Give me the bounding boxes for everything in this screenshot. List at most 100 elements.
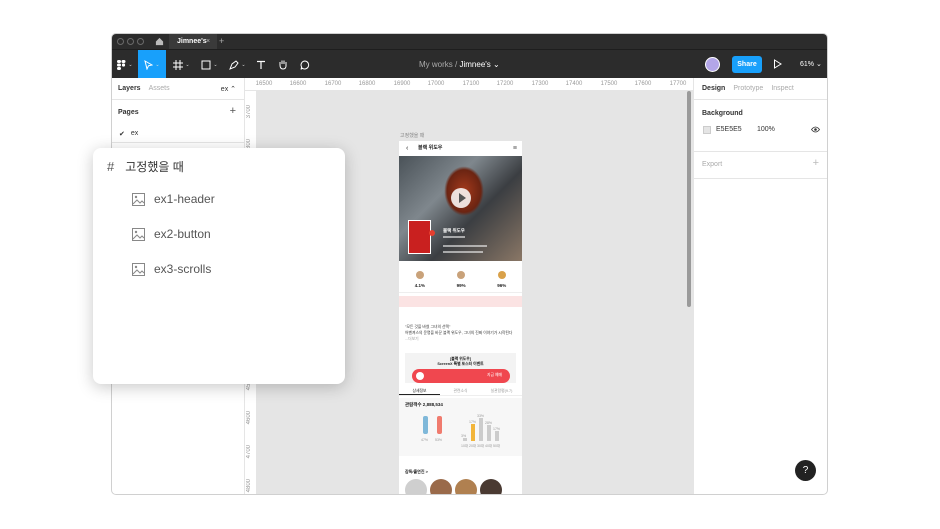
layer-item-label: ex1-header	[154, 192, 215, 206]
chevron-down-icon: ⌄	[155, 61, 160, 68]
ruler-tick: 17700	[669, 81, 687, 87]
tab-design[interactable]: Design	[702, 85, 725, 92]
layer-item-label: ex3-scrolls	[154, 262, 212, 276]
description-body: 어벤져스의 운명을 바꾼 블랙 위도우, 그녀의 진짜 이야기가 시작된다	[405, 331, 513, 335]
background-hex-input[interactable]: E5E5E5	[716, 126, 742, 133]
layers-popup: # 고정했을 때 ex1-header ex2-button ex3-scrol…	[93, 148, 345, 384]
avatar[interactable]	[705, 57, 720, 72]
audience-chart-title: 관람객수 2,888,534	[405, 402, 443, 407]
window-zoom-dot[interactable]	[137, 38, 144, 45]
help-button[interactable]: ?	[795, 460, 816, 481]
cursor-icon	[144, 59, 154, 70]
window-minimize-dot[interactable]	[127, 38, 134, 45]
cast-avatar	[455, 479, 477, 494]
frame-tool[interactable]: ⌄	[168, 50, 195, 79]
frame-layer-name: 고정했을 때	[125, 159, 184, 174]
add-page-button[interactable]: +	[230, 105, 236, 117]
poster-meta-line	[443, 236, 465, 238]
background-swatch[interactable]	[703, 126, 711, 134]
ruler-tick: 16700	[324, 81, 342, 87]
age-percent: 17%	[469, 420, 477, 424]
tab-close-icon[interactable]: ×	[206, 34, 210, 49]
ruler-tick: 17500	[600, 81, 618, 87]
chevron-down-icon: ⌄	[128, 61, 133, 68]
export-section: Export +	[694, 152, 827, 178]
tab-inspect[interactable]: Inspect	[771, 85, 794, 92]
background-opacity-input[interactable]: 100%	[757, 126, 775, 133]
horizontal-ruler: 16500 16600 16700 16800 16900 17000 1710…	[245, 78, 693, 91]
frame-layer-row[interactable]: # 고정했을 때	[107, 158, 184, 174]
layer-item-ex3-scrolls[interactable]: ex3-scrolls	[132, 262, 211, 276]
present-play-icon[interactable]	[773, 59, 782, 69]
pen-tool[interactable]: ⌄	[224, 50, 251, 79]
breadcrumb-separator: /	[455, 60, 458, 69]
tab-layers[interactable]: Layers	[118, 85, 141, 92]
mobile-frame[interactable]: ‹ 블랙 위도우 ≡ 블랙 위도우 4.1% 99% 96% "모든 것을 바쳤…	[399, 141, 522, 494]
title-bar: Jimnee's × +	[112, 34, 827, 49]
menu-icon: ≡	[512, 145, 517, 152]
shape-tool[interactable]: ⌄	[196, 50, 223, 79]
zoom-dropdown[interactable]: 61% ⌄	[800, 50, 822, 79]
age-rating-badge	[429, 230, 435, 236]
home-icon[interactable]	[155, 37, 164, 46]
frame-name-label[interactable]: 고정했을 때	[400, 132, 424, 139]
ruler-tick: 17100	[462, 81, 480, 87]
comment-tool[interactable]	[295, 50, 315, 79]
event-text: [블랙 위도우] ScreenX 특별 포스터 이벤트	[405, 357, 516, 367]
eye-icon[interactable]	[811, 126, 820, 133]
stat-egg-index: 99%	[457, 271, 466, 288]
chevron-down-icon: ⌄	[213, 61, 218, 68]
ruler-tick: 16600	[289, 81, 307, 87]
rectangle-icon	[201, 60, 211, 69]
image-icon	[132, 227, 145, 241]
frame-hash-icon: #	[107, 158, 115, 174]
cast-avatar	[480, 479, 502, 494]
add-export-button[interactable]: +	[813, 157, 819, 169]
hand-tool[interactable]	[273, 50, 293, 79]
page-selector[interactable]: ex ⌃	[221, 85, 236, 93]
background-fill-row: E5E5E5 100%	[694, 117, 827, 143]
canvas-scrollbar[interactable]	[687, 91, 691, 307]
tab-assets[interactable]: Assets	[149, 85, 170, 92]
main-menu-button[interactable]: ⌄	[112, 50, 138, 79]
breadcrumb-file[interactable]: Jimnee's ⌄	[459, 60, 499, 69]
hand-icon	[279, 60, 287, 70]
move-tool[interactable]: ⌄	[138, 50, 166, 79]
breadcrumb: My works / Jimnee's ⌄	[419, 50, 500, 79]
check-icon: ✔	[119, 130, 125, 138]
event-card: [블랙 위도우] ScreenX 특별 포스터 이벤트 지금 예매	[405, 353, 516, 383]
tab-prototype[interactable]: Prototype	[733, 85, 763, 92]
ruler-tick: 17600	[634, 81, 652, 87]
cast-heading: 감독/출연진 >	[405, 469, 428, 474]
ruler-tick: 16800	[358, 81, 376, 87]
image-icon	[132, 192, 145, 206]
breadcrumb-team[interactable]: My works	[419, 60, 453, 69]
layer-item-ex1-header[interactable]: ex1-header	[132, 192, 215, 206]
pages-title: Pages	[118, 109, 139, 116]
layers-assets-tabs: Layers Assets ex ⌃	[112, 78, 244, 100]
text-tool[interactable]	[251, 50, 271, 79]
age-label: 30대	[477, 444, 485, 448]
age-bar	[479, 418, 483, 441]
cast-avatar	[405, 479, 427, 494]
movie-description: "모든 것을 바쳤 그녀의 선택" 어벤져스의 운명을 바꾼 블랙 위도우, 그…	[399, 310, 522, 346]
stat-value: 4.1%	[414, 283, 426, 288]
new-tab-button[interactable]: +	[219, 34, 224, 49]
mobile-header: ‹ 블랙 위도우 ≡	[399, 141, 522, 156]
tab-related-news: 관련소식	[453, 389, 468, 393]
age-percent: 28%	[485, 421, 493, 425]
chevron-down-icon: ⌄	[185, 61, 190, 68]
page-item-ex[interactable]: ✔ ex	[112, 125, 244, 143]
cast-list	[399, 475, 522, 494]
design-tabs: Design Prototype Inspect	[694, 78, 827, 100]
window-close-dot[interactable]	[117, 38, 124, 45]
age-label: 10대	[461, 444, 469, 448]
layer-item-ex2-button[interactable]: ex2-button	[132, 227, 211, 241]
booking-button-label: 지금 예매	[486, 373, 502, 377]
share-button[interactable]: Share	[732, 56, 762, 73]
age-bar	[487, 425, 491, 441]
ruler-tick: 16900	[393, 81, 411, 87]
poster-meta-line	[443, 251, 483, 253]
read-more-link: ...더보기	[405, 337, 419, 341]
figma-logo-icon	[117, 59, 126, 70]
